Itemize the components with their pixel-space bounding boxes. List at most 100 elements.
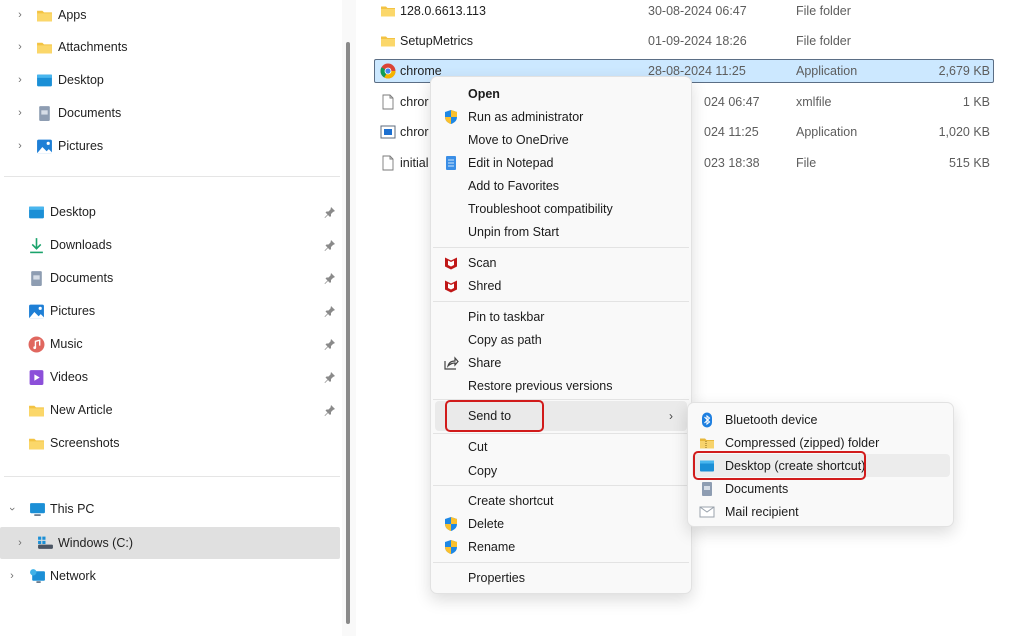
menu-item-cut[interactable]: Cut [435, 435, 687, 458]
notepad-icon [443, 155, 459, 171]
menu-item-delete[interactable]: Delete [435, 512, 687, 535]
file-row[interactable]: SetupMetrics 01-09-2024 18:26 File folde… [374, 29, 994, 53]
nav-item-network[interactable]: › Network [0, 561, 340, 591]
quick-access-music[interactable]: Music [0, 329, 340, 359]
menu-separator [433, 247, 689, 248]
network-icon [29, 568, 46, 585]
nav-item-documents-tree[interactable]: › Documents [0, 98, 340, 128]
menu-item-label: Unpin from Start [468, 224, 560, 239]
pin-icon[interactable] [324, 206, 336, 218]
chevron-right-icon[interactable]: › [14, 140, 26, 152]
menu-item-share[interactable]: Share [435, 351, 687, 374]
chevron-right-icon[interactable]: › [6, 570, 18, 582]
menu-item-run-as-admin[interactable]: Run as administrator [435, 105, 687, 128]
pin-icon[interactable] [324, 338, 336, 350]
quick-access-new-article[interactable]: New Article [0, 395, 340, 425]
file-date: 01-09-2024 18:26 [648, 34, 747, 48]
pin-icon[interactable] [324, 371, 336, 383]
chevron-right-icon[interactable]: › [14, 107, 26, 119]
menu-item-open[interactable]: Open [435, 82, 687, 105]
nav-item-label: Music [50, 337, 83, 351]
pin-icon[interactable] [324, 239, 336, 251]
chevron-right-icon[interactable]: › [14, 537, 26, 549]
menu-item-troubleshoot[interactable]: Troubleshoot compatibility [435, 197, 687, 220]
file-size: 1 KB [962, 95, 990, 109]
menu-item-label: Properties [468, 570, 525, 585]
nav-scrollbar[interactable] [342, 0, 356, 636]
quick-access-videos[interactable]: Videos [0, 362, 340, 392]
menu-item-copy-as-path[interactable]: Copy as path [435, 328, 687, 351]
menu-item-shred[interactable]: Shred [435, 274, 687, 297]
chevron-right-icon[interactable]: › [14, 41, 26, 53]
mcafee-icon [443, 255, 459, 271]
menu-item-pin-to-taskbar[interactable]: Pin to taskbar [435, 305, 687, 328]
menu-item-copy[interactable]: Copy [435, 459, 687, 482]
chevron-right-icon: › [669, 409, 673, 423]
menu-separator [433, 562, 689, 563]
menu-separator [433, 433, 689, 434]
quick-access-documents[interactable]: Documents [0, 263, 340, 293]
context-menu: Open Run as administrator Move to OneDri… [430, 76, 692, 594]
menu-item-label: Edit in Notepad [468, 155, 554, 170]
menu-item-move-to-onedrive[interactable]: Move to OneDrive [435, 128, 687, 151]
chevron-right-icon[interactable]: › [14, 74, 26, 86]
menu-item-unpin-from-start[interactable]: Unpin from Start [435, 220, 687, 243]
menu-item-label: Copy as path [468, 332, 542, 347]
menu-item-add-to-favorites[interactable]: Add to Favorites [435, 174, 687, 197]
nav-item-label: Screenshots [50, 436, 120, 450]
send-to-bluetooth[interactable]: Bluetooth device [692, 408, 950, 431]
menu-item-scan[interactable]: Scan [435, 251, 687, 274]
menu-item-rename[interactable]: Rename [435, 535, 687, 558]
quick-access-screenshots[interactable]: Screenshots [0, 428, 340, 458]
file-size: 2,679 KB [938, 64, 990, 78]
menu-item-edit-in-notepad[interactable]: Edit in Notepad [435, 151, 687, 174]
nav-item-label: Network [50, 569, 96, 583]
nav-item-label: Videos [50, 370, 88, 384]
highlight-box-desktop-shortcut [693, 451, 866, 480]
file-size: 515 KB [948, 156, 990, 170]
downloads-icon [28, 237, 45, 254]
menu-separator [433, 485, 689, 486]
menu-item-create-shortcut[interactable]: Create shortcut [435, 489, 687, 512]
folder-icon [36, 39, 53, 56]
send-to-mail-recipient[interactable]: Mail recipient [692, 500, 950, 523]
submenu-item-label: Compressed (zipped) folder [725, 435, 880, 450]
nav-item-this-pc[interactable]: › This PC [0, 494, 340, 524]
menu-item-label: Open [468, 86, 500, 101]
nav-item-desktop-tree[interactable]: › Desktop [0, 65, 340, 95]
desktop-icon [36, 72, 53, 89]
nav-item-label: Pictures [50, 304, 96, 318]
pictures-icon [28, 303, 45, 320]
documents-icon [36, 105, 53, 122]
nav-item-pictures-tree[interactable]: › Pictures [0, 131, 340, 161]
quick-access-desktop[interactable]: Desktop [0, 197, 340, 227]
mcafee-icon [443, 278, 459, 294]
quick-access-downloads[interactable]: Downloads [0, 230, 340, 260]
scrollbar-thumb[interactable] [346, 42, 350, 624]
menu-item-label: Pin to taskbar [468, 309, 545, 324]
pin-icon[interactable] [324, 404, 336, 416]
file-row[interactable]: 128.0.6613.113 30-08-2024 06:47 File fol… [374, 0, 994, 23]
pin-icon[interactable] [324, 305, 336, 317]
file-type: Application [796, 64, 858, 78]
menu-item-label: Cut [468, 439, 488, 454]
nav-item-label: Attachments [58, 40, 128, 54]
menu-item-properties[interactable]: Properties [435, 566, 687, 589]
send-to-documents[interactable]: Documents [692, 477, 950, 500]
chevron-down-icon[interactable]: › [6, 503, 18, 515]
menu-item-restore-previous[interactable]: Restore previous versions [435, 374, 687, 397]
folder-icon [28, 402, 45, 419]
nav-item-attachments[interactable]: › Attachments [0, 32, 340, 62]
chevron-right-icon[interactable]: › [14, 9, 26, 21]
nav-item-label: Downloads [50, 238, 112, 252]
nav-item-label: Documents [58, 106, 122, 120]
pin-icon[interactable] [324, 272, 336, 284]
quick-access-pictures[interactable]: Pictures [0, 296, 340, 326]
menu-item-label: Troubleshoot compatibility [468, 201, 613, 216]
documents-icon [28, 270, 45, 287]
submenu-item-label: Documents [725, 481, 789, 496]
file-name: 128.0.6613.113 [400, 4, 486, 18]
file-date: 024 11:25 [704, 125, 759, 139]
nav-item-apps[interactable]: › Apps [0, 0, 340, 30]
nav-item-windows-c[interactable]: › Windows (C:) [0, 527, 340, 559]
